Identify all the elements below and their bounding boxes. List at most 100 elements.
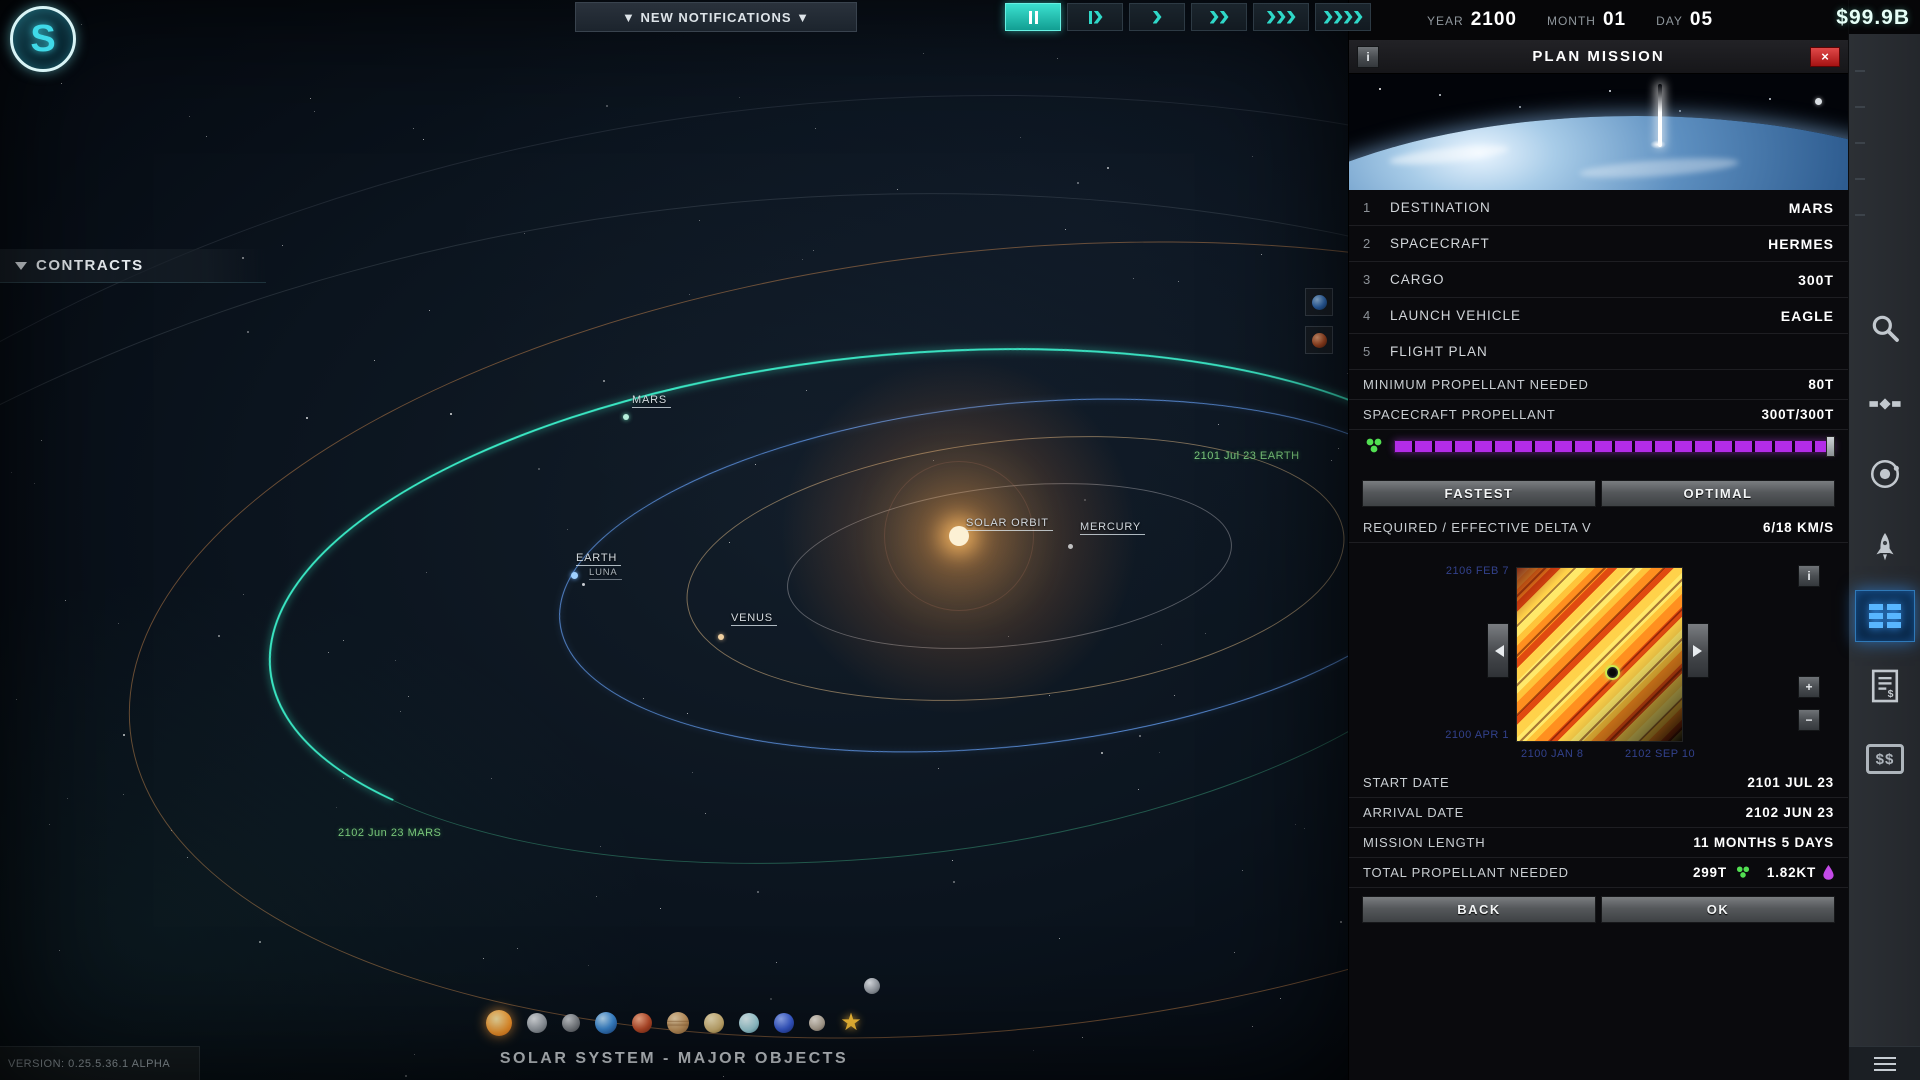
star bbox=[699, 220, 700, 221]
mission-planner-button[interactable] bbox=[1855, 590, 1915, 642]
star bbox=[770, 998, 772, 1000]
focus-earth-button[interactable] bbox=[1305, 288, 1333, 316]
object-icon-mercury[interactable] bbox=[562, 1014, 581, 1032]
mission-step-row[interactable]: 1 DESTINATION MARS bbox=[1349, 190, 1848, 226]
star bbox=[952, 860, 953, 861]
object-icon-saturn[interactable] bbox=[704, 1013, 725, 1033]
money-overview-button[interactable]: $$ bbox=[1863, 737, 1907, 781]
total-propellant-label: TOTAL PROPELLANT NEEDED bbox=[1363, 865, 1569, 880]
ok-button[interactable]: OK bbox=[1601, 896, 1835, 923]
menu-button[interactable] bbox=[1849, 1046, 1920, 1080]
mars-label[interactable]: MARS bbox=[632, 394, 671, 408]
object-icon-uranus[interactable] bbox=[739, 1013, 760, 1033]
speed-speed-4x-button[interactable] bbox=[1315, 3, 1371, 31]
moon-luna[interactable] bbox=[582, 583, 585, 586]
propellant-slider-handle[interactable] bbox=[1826, 435, 1835, 457]
zoom-in-button[interactable]: + bbox=[1798, 676, 1820, 698]
porkchop-next-button[interactable] bbox=[1687, 623, 1709, 678]
star bbox=[310, 98, 311, 99]
planet-mercury[interactable] bbox=[1068, 544, 1073, 549]
star bbox=[206, 136, 207, 137]
mission-step-row[interactable]: 2 SPACECRAFT HERMES bbox=[1349, 226, 1848, 262]
porkchop-ymax-label: 2106 FEB 7 bbox=[1445, 565, 1509, 577]
object-icon-star[interactable]: ★ bbox=[840, 1011, 862, 1035]
star bbox=[1304, 828, 1305, 829]
mission-step-row[interactable]: 5 FLIGHT PLAN bbox=[1349, 334, 1848, 370]
object-icon-pluto[interactable] bbox=[809, 1015, 826, 1031]
speed-speed-2x-button[interactable] bbox=[1191, 3, 1247, 31]
object-icon-jupiter[interactable] bbox=[667, 1012, 690, 1034]
object-icon-earth[interactable] bbox=[595, 1012, 618, 1034]
toolbar-tick bbox=[1855, 70, 1865, 72]
contracts-header[interactable]: CONTRACTS bbox=[0, 249, 266, 283]
step-label: SPACECRAFT bbox=[1390, 236, 1490, 251]
logo-letter: S bbox=[30, 17, 56, 60]
star bbox=[1280, 998, 1281, 999]
month-label: MONTH bbox=[1546, 14, 1596, 28]
close-button[interactable]: × bbox=[1810, 46, 1840, 67]
mercury-label[interactable]: MERCURY bbox=[1080, 521, 1146, 535]
planet-mars[interactable] bbox=[623, 414, 629, 420]
satellite-icon bbox=[1869, 398, 1901, 410]
star bbox=[1107, 167, 1109, 169]
speed-pause-button[interactable] bbox=[1005, 3, 1061, 31]
porkchop-info-button[interactable]: i bbox=[1798, 565, 1820, 587]
star bbox=[1340, 921, 1342, 923]
finance-report-button[interactable]: $ bbox=[1863, 664, 1907, 708]
chevron-right-icon bbox=[1209, 10, 1219, 24]
object-icon-sun[interactable] bbox=[486, 1010, 513, 1036]
venus-label[interactable]: VENUS bbox=[731, 612, 777, 626]
new-notifications-button[interactable]: ▼ NEW NOTIFICATIONS ▼ bbox=[575, 2, 857, 32]
rockets-button[interactable] bbox=[1863, 525, 1907, 569]
optimal-button[interactable]: OPTIMAL bbox=[1601, 480, 1835, 507]
mission-step-row[interactable]: 3 CARGO 300T bbox=[1349, 262, 1848, 298]
step-number: 4 bbox=[1363, 308, 1371, 323]
star bbox=[517, 948, 518, 949]
object-icon-neptune[interactable] bbox=[774, 1013, 795, 1033]
star bbox=[692, 772, 693, 773]
fastest-button[interactable]: FASTEST bbox=[1362, 480, 1596, 507]
speed-step-day-button[interactable] bbox=[1067, 3, 1123, 31]
star bbox=[776, 962, 777, 963]
porkchop-prev-button[interactable] bbox=[1487, 623, 1509, 678]
star bbox=[400, 711, 401, 712]
object-icon-moon[interactable] bbox=[527, 1013, 548, 1033]
focus-mars-button[interactable] bbox=[1305, 326, 1333, 354]
toolbar-tick bbox=[1855, 214, 1865, 216]
speed-play-button[interactable] bbox=[1129, 3, 1185, 31]
star bbox=[802, 259, 803, 260]
back-button[interactable]: BACK bbox=[1362, 896, 1596, 923]
planet-earth[interactable] bbox=[571, 572, 578, 579]
propellant-slider[interactable] bbox=[1394, 435, 1835, 457]
zoom-out-button[interactable]: − bbox=[1798, 709, 1820, 731]
step-label: DESTINATION bbox=[1390, 200, 1491, 215]
selected-launch-window-marker[interactable] bbox=[1605, 665, 1620, 680]
planet-venus[interactable] bbox=[718, 634, 724, 640]
star bbox=[374, 360, 375, 361]
propellant-icon bbox=[1366, 438, 1382, 453]
star bbox=[689, 294, 690, 295]
company-logo[interactable]: S bbox=[10, 6, 76, 72]
search-tool-button[interactable] bbox=[1863, 306, 1907, 350]
panel-info-button[interactable]: i bbox=[1357, 45, 1379, 68]
porkchop-plot[interactable] bbox=[1516, 567, 1683, 742]
search-icon bbox=[1872, 315, 1899, 342]
mission-step-row[interactable]: 4 LAUNCH VEHICLE EAGLE bbox=[1349, 298, 1848, 334]
arrow-left-icon bbox=[1489, 644, 1504, 657]
satellites-button[interactable] bbox=[1863, 382, 1907, 426]
speed-speed-3x-button[interactable] bbox=[1253, 3, 1309, 31]
orbits-view-button[interactable] bbox=[1863, 452, 1907, 496]
luna-label[interactable]: LUNA bbox=[589, 567, 622, 580]
map-vignette bbox=[0, 0, 1348, 1080]
object-icon-mars[interactable] bbox=[632, 1013, 653, 1033]
star bbox=[1020, 137, 1021, 138]
star bbox=[34, 483, 35, 484]
star bbox=[11, 472, 12, 473]
contracts-label: CONTRACTS bbox=[36, 257, 144, 274]
chevron-right-icon bbox=[1333, 10, 1343, 24]
star bbox=[59, 950, 60, 951]
toolbar-tick bbox=[1855, 142, 1865, 144]
solar-orbit-label[interactable]: SOLAR ORBIT bbox=[966, 517, 1053, 531]
earth-label[interactable]: EARTH bbox=[576, 552, 622, 566]
solar-system-map[interactable]: MARS EARTH LUNA VENUS MERCURY SOLAR ORBI… bbox=[0, 0, 1348, 1080]
